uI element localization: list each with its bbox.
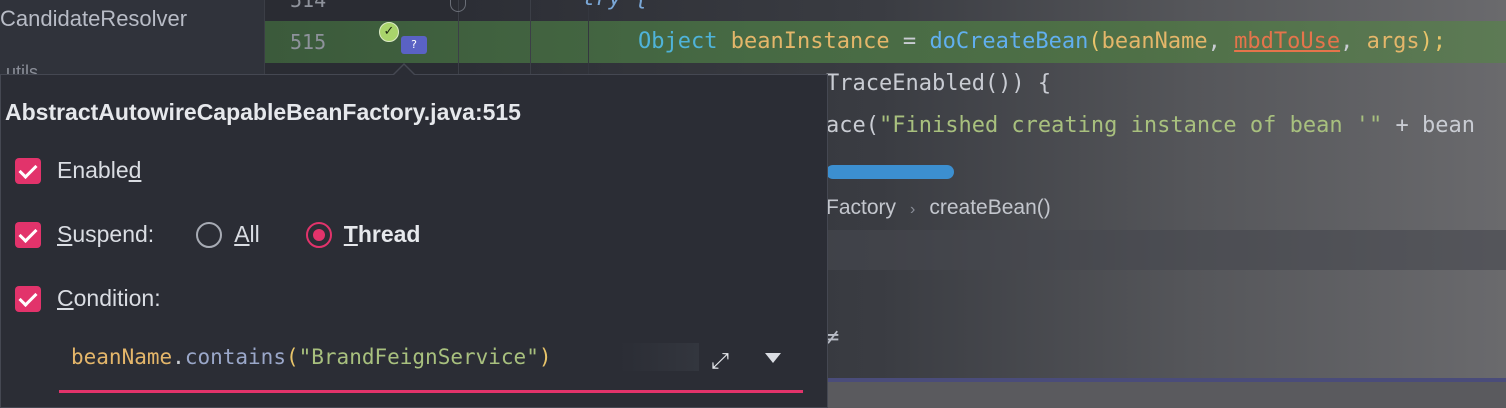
suspend-thread-label[interactable]: Thread xyxy=(344,221,421,248)
tool-window-header xyxy=(826,230,1506,270)
enabled-row: Enabled xyxy=(15,157,141,184)
dropdown-arrow-icon[interactable] xyxy=(765,353,781,363)
bottom-panel xyxy=(826,382,1506,408)
code-comma2: , xyxy=(1340,29,1367,54)
enabled-label[interactable]: Enabled xyxy=(57,157,141,184)
condition-checkbox[interactable] xyxy=(15,285,41,312)
code-function: doCreateBean xyxy=(929,29,1089,54)
code-eq: = xyxy=(889,29,930,54)
code-line-prev: try { xyxy=(582,0,648,11)
suspend-all-label[interactable]: All xyxy=(234,221,260,248)
code-trace-prefix: ace( xyxy=(826,113,879,138)
suspend-row: Suspend: All Thread xyxy=(15,221,420,248)
code-type: Object xyxy=(638,29,718,54)
suspend-all-radio[interactable] xyxy=(196,221,223,248)
popup-title: AbstractAutowireCapableBeanFactory.java:… xyxy=(5,99,521,125)
breakpoint-properties-popup: AbstractAutowireCapableBeanFactory.java:… xyxy=(0,74,828,408)
expand-icon[interactable]: ⤢ xyxy=(707,349,733,375)
progress-bar xyxy=(826,165,954,179)
code-arg1: beanName xyxy=(1101,29,1208,54)
code-line-next2: ace("Finished creating instance of bean … xyxy=(826,113,1475,138)
class-name-item[interactable]: CandidateResolver xyxy=(0,6,187,32)
text-fade xyxy=(619,343,699,371)
code-string: "Finished creating instance of bean '" xyxy=(878,113,1383,138)
code-close: ); xyxy=(1419,29,1447,54)
condition-field[interactable]: beanName.contains("BrandFeignService") ⤢ xyxy=(59,337,803,393)
suspend-label[interactable]: Suspend: xyxy=(57,221,154,248)
suspend-thread-radio[interactable] xyxy=(305,221,332,248)
chevron-right-icon: › xyxy=(910,201,916,218)
code-rest: + bean xyxy=(1382,113,1476,138)
code-variable: beanInstance xyxy=(730,29,890,54)
check-icon[interactable]: ✓ xyxy=(379,22,399,42)
code-line-current: Object beanInstance = doCreateBean(beanN… xyxy=(638,29,1446,54)
code-open: ( xyxy=(1088,29,1102,54)
condition-row: Condition: xyxy=(15,285,161,312)
breadcrumb-item[interactable]: Factory xyxy=(826,196,896,219)
condition-label[interactable]: Condition: xyxy=(57,285,161,312)
suspend-checkbox[interactable] xyxy=(15,221,41,248)
code-comma1: , xyxy=(1207,29,1235,54)
code-line-next: TraceEnabled()) { xyxy=(826,71,1052,96)
line-number: 514 xyxy=(290,0,327,12)
breadcrumb-item[interactable]: createBean() xyxy=(929,196,1050,219)
line-number-current: 515 xyxy=(290,30,327,54)
code-arg2: mbdToUse xyxy=(1234,29,1341,54)
code-arg3: args xyxy=(1366,29,1420,54)
popup-arrow-inner xyxy=(394,65,414,75)
enabled-checkbox[interactable] xyxy=(15,157,41,184)
breadcrumb: Factory › createBean() xyxy=(826,196,1051,220)
question-badge-icon[interactable]: ? xyxy=(401,36,427,54)
condition-expression[interactable]: beanName.contains("BrandFeignService") xyxy=(71,345,552,369)
